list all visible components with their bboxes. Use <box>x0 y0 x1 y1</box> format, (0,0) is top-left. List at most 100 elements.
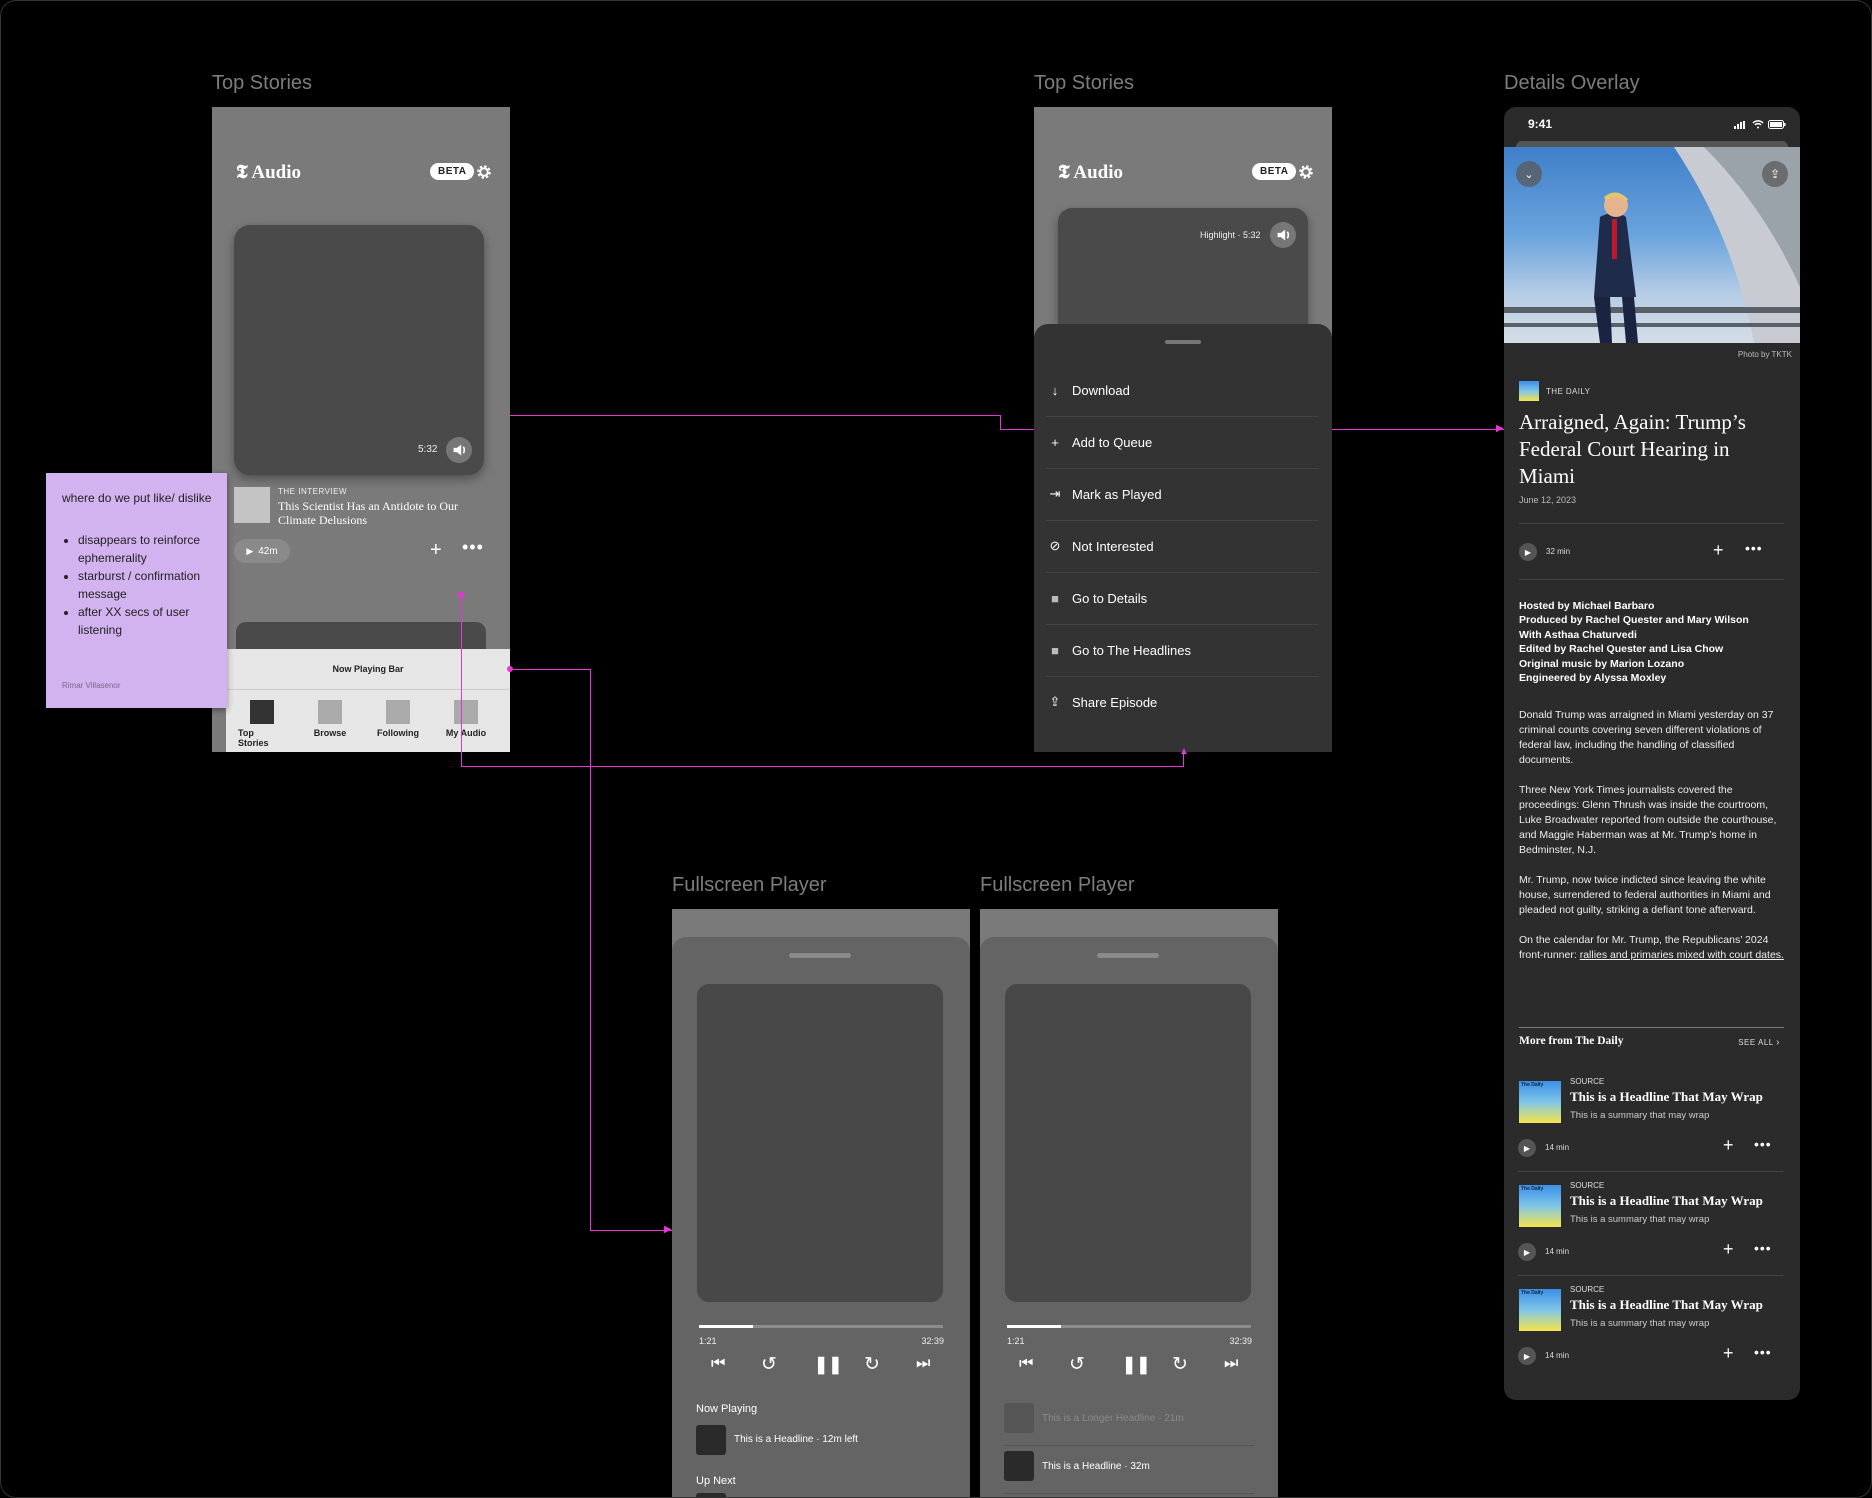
forward-30-icon[interactable]: ↻ <box>864 1353 880 1376</box>
tab-top-stories-label: Top Stories <box>238 728 269 748</box>
credit-line: Edited by Rachel Quester and Lisa Chow <box>1519 643 1724 656</box>
chevron-down-icon[interactable]: ⌄ <box>1516 161 1542 187</box>
fullscreen-player-2: 1:21 32:39 ⏮ ↺ ❚❚ ↻ ⏭ This is a Longer H… <box>980 909 1278 1497</box>
more-icon[interactable]: ••• <box>1754 1136 1772 1152</box>
pause-icon[interactable]: ❚❚ <box>1122 1355 1151 1375</box>
rallies-link[interactable]: rallies and primaries mixed with court d… <box>1580 949 1784 961</box>
tab-following-label: Following <box>377 728 419 738</box>
show-thumbnail <box>1519 381 1539 401</box>
plus-icon: + <box>1051 434 1059 450</box>
gear-icon[interactable] <box>1297 163 1315 181</box>
tab-following[interactable]: Following <box>374 700 422 738</box>
more-icon[interactable]: ••• <box>1745 540 1763 556</box>
list-item[interactable]: The Daily SOURCE This is a Headline That… <box>1518 1077 1786 1177</box>
show-name[interactable]: THE DAILY <box>1546 387 1590 396</box>
pause-icon[interactable]: ❚❚ <box>814 1355 843 1375</box>
episode-title: Arraigned, Again: Trump’s Federal Court … <box>1519 410 1746 488</box>
rewind-15-icon[interactable]: ↺ <box>1069 1353 1085 1376</box>
play-button[interactable]: ▶ 42m <box>234 539 290 563</box>
episode-card[interactable]: 5:32 <box>234 225 484 475</box>
tab-following-icon <box>386 700 410 724</box>
tab-my-audio[interactable]: My Audio <box>442 700 490 738</box>
previous-icon[interactable]: ⏮ <box>711 1355 725 1373</box>
episode-thumbnail: The Daily <box>1519 1185 1561 1227</box>
volume-icon[interactable] <box>1270 222 1296 248</box>
volume-icon[interactable] <box>446 437 472 463</box>
gear-icon[interactable] <box>475 163 493 181</box>
episode-duration: 5:32 <box>418 444 438 455</box>
list-item[interactable]: The Daily SOURCE This is a Headline That… <box>1518 1285 1786 1385</box>
item-source: SOURCE <box>1570 1181 1605 1190</box>
see-all-link[interactable]: SEE ALL › <box>1738 1037 1780 1048</box>
rewind-15-icon[interactable]: ↺ <box>761 1353 777 1376</box>
item-source: SOURCE <box>1570 1285 1605 1294</box>
download-icon: ↓ <box>1051 382 1059 398</box>
progress-track[interactable] <box>1007 1325 1251 1328</box>
queue-item[interactable]: This is a Headline · 32m <box>1042 1461 1150 1472</box>
menu-go-to-details[interactable]: ■ Go to Details <box>1046 572 1318 625</box>
details-overlay-screen: 9:41 ⌄ ⇪ Photo by TKTK THE DAILY Arraign… <box>1504 107 1800 1400</box>
battery-icon <box>1768 120 1786 129</box>
signal-icon <box>1734 120 1745 129</box>
sheet-grabber[interactable] <box>1097 953 1159 958</box>
add-icon[interactable]: + <box>1713 540 1724 561</box>
more-icon[interactable]: ••• <box>1754 1240 1772 1256</box>
player-sheet: 1:21 32:39 ⏮ ↺ ❚❚ ↻ ⏭ Now Playing This i… <box>672 937 970 1497</box>
more-icon[interactable]: ••• <box>462 537 484 558</box>
queue-item[interactable]: This is a Longer Headline · 21m <box>1042 1413 1184 1424</box>
up-next-thumbnail <box>696 1493 726 1497</box>
credit-line: Produced by Rachel Quester and Mary Wils… <box>1519 614 1749 627</box>
tab-browse[interactable]: Browse <box>306 700 354 738</box>
play-button[interactable]: ▶ <box>1519 543 1537 561</box>
forward-30-icon[interactable]: ↻ <box>1172 1353 1188 1376</box>
divider <box>1518 1275 1783 1276</box>
description-paragraph: Three New York Times journalists covered… <box>1519 784 1777 856</box>
menu-mark-as-played[interactable]: ⇥ Mark as Played <box>1046 468 1318 521</box>
square-icon: ■ <box>1051 590 1059 606</box>
add-icon[interactable]: + <box>1723 1239 1734 1260</box>
play-button[interactable]: ▶ <box>1518 1139 1536 1157</box>
more-title: More from The Daily <box>1519 1035 1624 1047</box>
frame-label-details-overlay: Details Overlay <box>1504 72 1640 94</box>
add-icon[interactable]: + <box>1723 1343 1734 1364</box>
app-logo: 𝕿 Audio <box>236 162 302 183</box>
now-playing-item[interactable]: This is a Headline · 12m left <box>734 1434 858 1445</box>
list-item[interactable]: The Daily SOURCE This is a Headline That… <box>1518 1181 1786 1281</box>
episode-headline[interactable]: This Scientist Has an Antidote to Our Cl… <box>278 499 478 527</box>
description-paragraph: On the calendar for Mr. Trump, the Repub… <box>1519 934 1784 961</box>
total-time: 32:39 <box>921 1336 944 1346</box>
tab-top-stories[interactable]: Top Stories <box>238 700 286 748</box>
menu-go-to-headlines[interactable]: ■ Go to The Headlines <box>1046 624 1318 677</box>
play-button[interactable]: ▶ <box>1518 1243 1536 1261</box>
next-icon[interactable]: ⏭ <box>916 1355 930 1373</box>
sheet-grabber[interactable] <box>1165 340 1201 344</box>
more-icon[interactable]: ••• <box>1754 1344 1772 1360</box>
album-art <box>1005 984 1251 1302</box>
episode-thumbnail: The Daily <box>1519 1081 1561 1123</box>
item-source: SOURCE <box>1570 1077 1605 1086</box>
divider <box>1518 1171 1783 1172</box>
beta-badge: BETA <box>430 163 475 180</box>
previous-icon[interactable]: ⏮ <box>1019 1355 1033 1373</box>
menu-share-episode[interactable]: ⇪ Share Episode <box>1046 676 1318 728</box>
add-icon[interactable]: + <box>1723 1135 1734 1156</box>
item-duration: 14 min <box>1545 1143 1570 1152</box>
item-duration: 14 min <box>1545 1351 1570 1360</box>
sheet-grabber[interactable] <box>789 953 851 958</box>
menu-download[interactable]: ↓ Download <box>1046 364 1318 417</box>
progress-track[interactable] <box>699 1325 943 1328</box>
queue-thumbnail <box>1004 1451 1034 1481</box>
item-summary: This is a summary that may wrap <box>1570 1110 1710 1121</box>
next-icon[interactable]: ⏭ <box>1224 1355 1238 1373</box>
share-icon[interactable]: ⇪ <box>1762 161 1788 187</box>
add-icon[interactable]: + <box>430 539 442 562</box>
block-icon: ⊘ <box>1049 538 1061 553</box>
menu-not-interested[interactable]: ⊘ Not Interested <box>1046 520 1318 573</box>
flow-connector <box>461 766 1183 767</box>
play-button[interactable]: ▶ <box>1518 1347 1536 1365</box>
menu-add-to-queue[interactable]: + Add to Queue <box>1046 416 1318 469</box>
now-playing-bar[interactable]: Now Playing Bar <box>226 649 510 689</box>
flow-connector <box>590 1230 672 1231</box>
photo-credit: Photo by TKTK <box>1737 350 1792 359</box>
top-stories-sheet-screen: 𝕿 Audio BETA Highlight · 5:32 ↓ Download … <box>1034 107 1332 752</box>
